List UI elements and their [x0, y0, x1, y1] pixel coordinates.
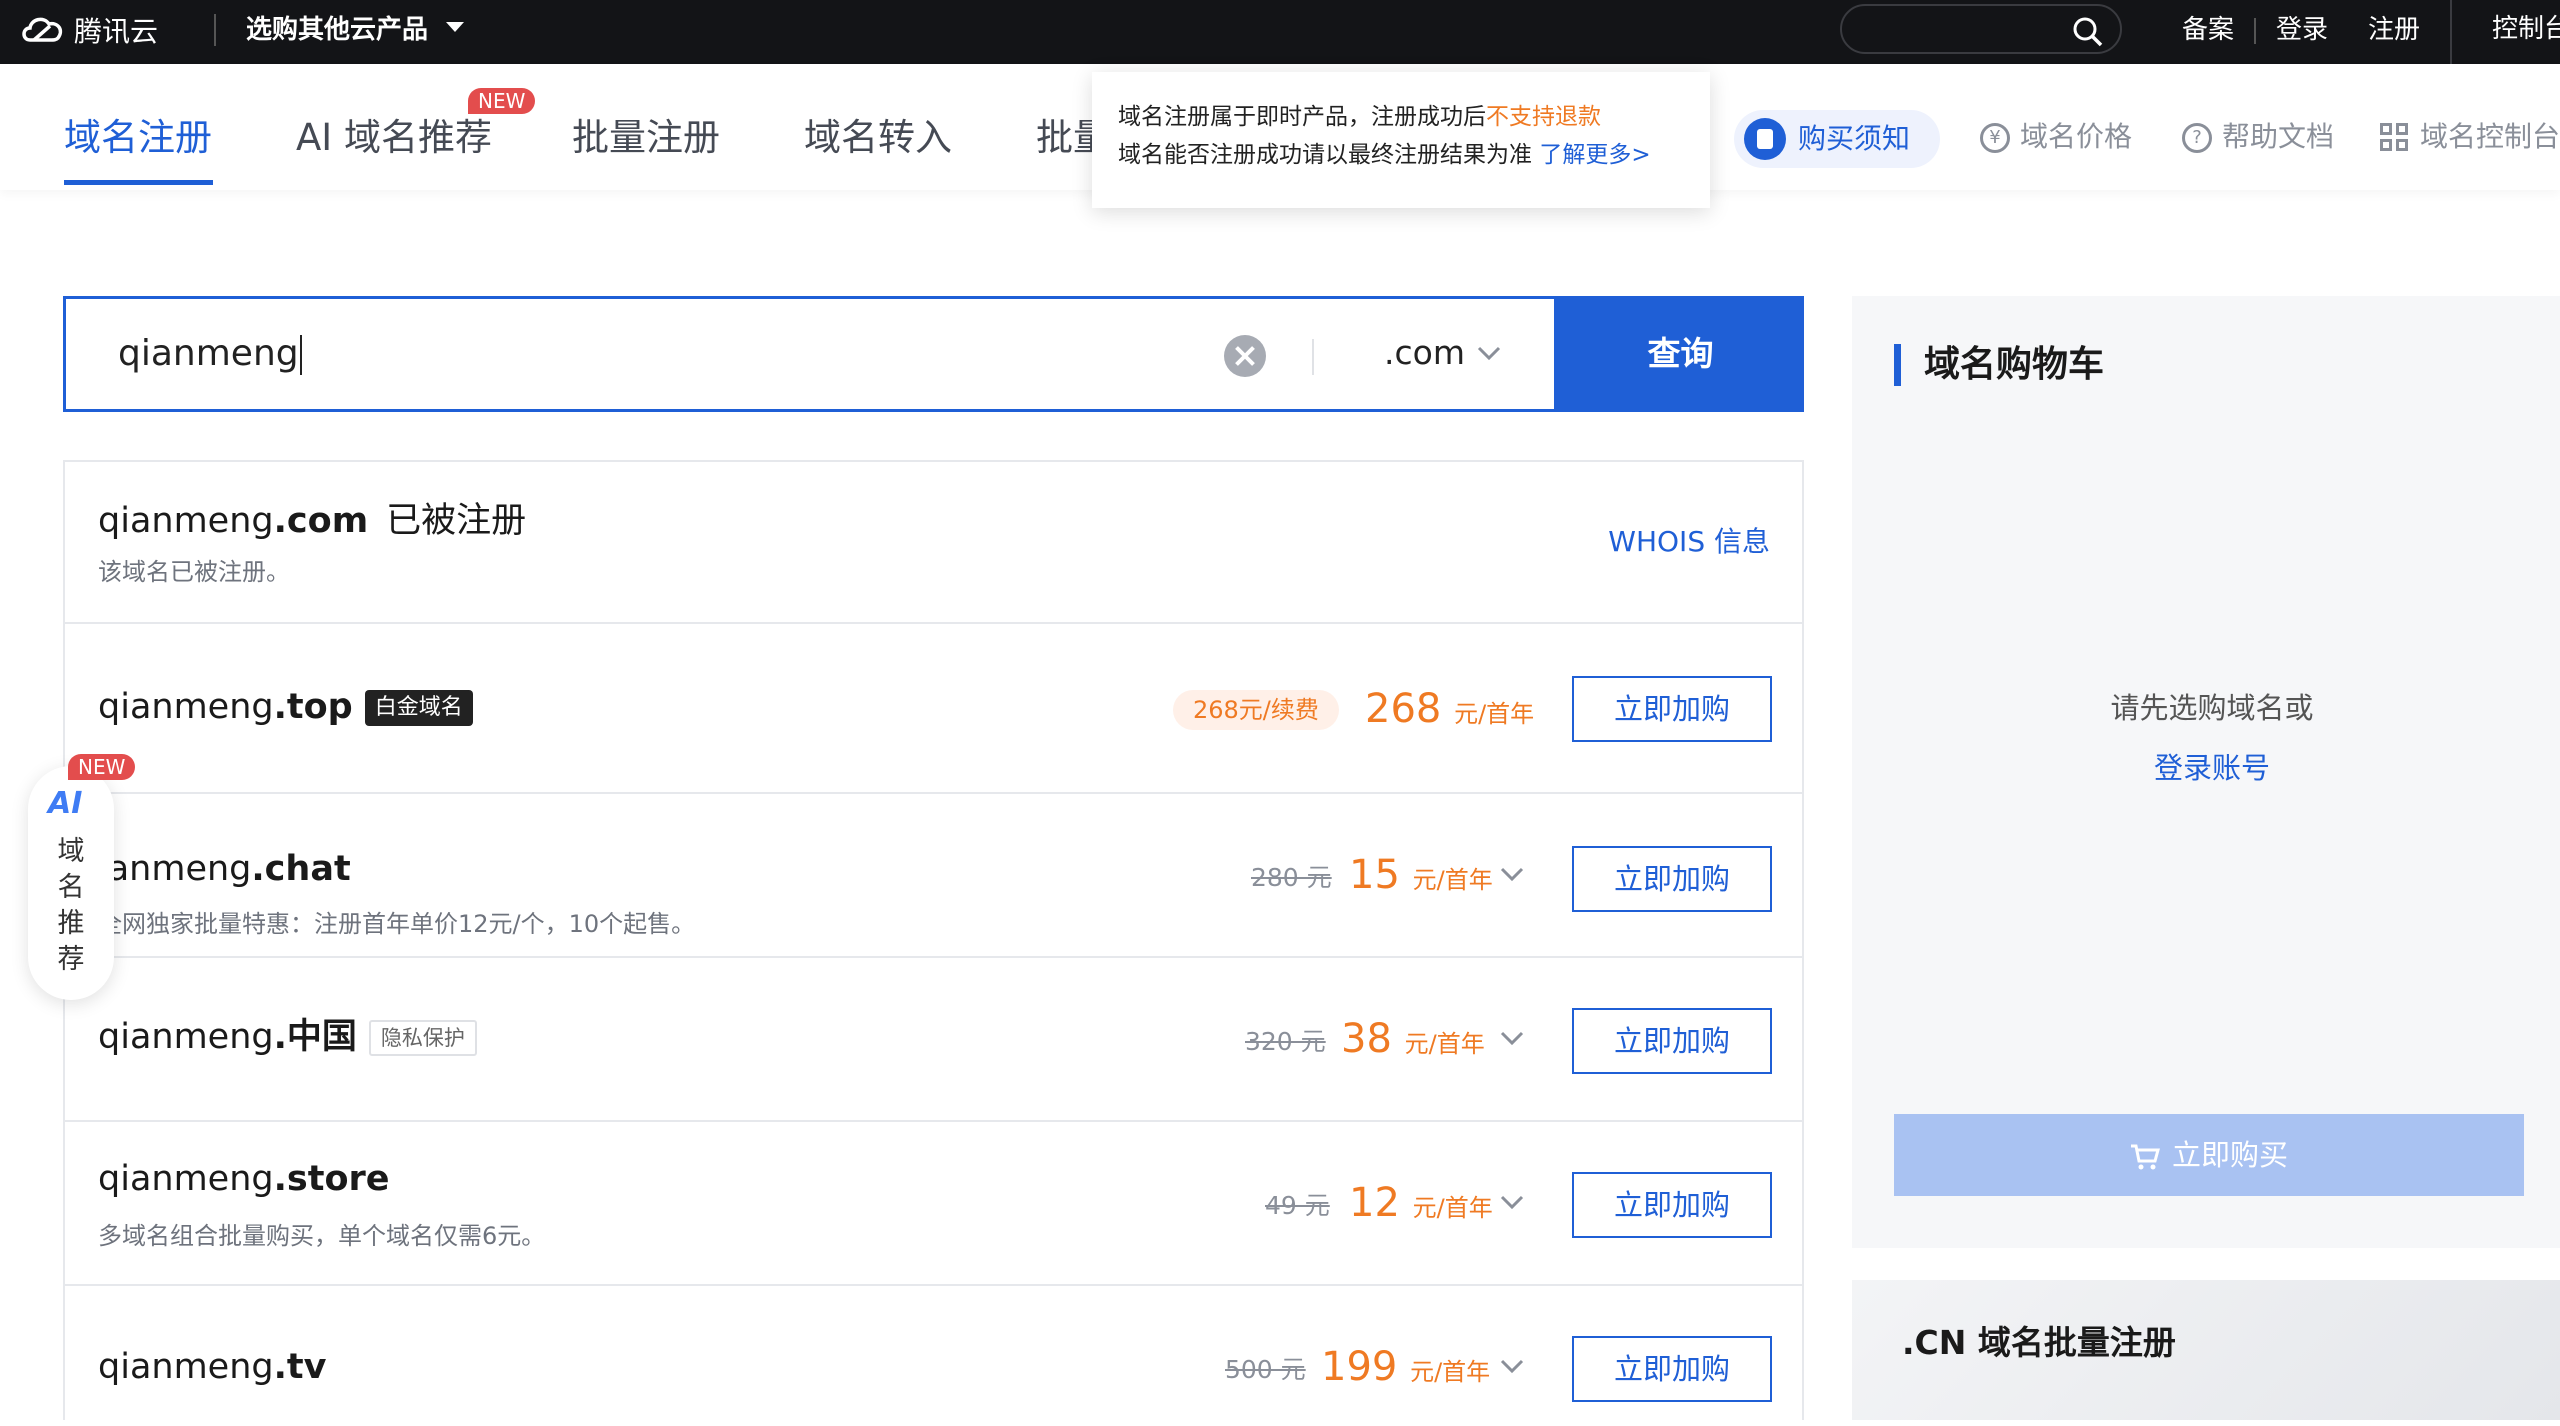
add-to-cart-button[interactable]: 立即加购: [1572, 1172, 1772, 1238]
add-to-cart-button[interactable]: 立即加购: [1572, 846, 1772, 912]
buy-notice-button[interactable]: 购买须知: [1734, 110, 1940, 168]
domain-name: qianmeng.com 已被注册: [98, 501, 527, 541]
result-note: 该域名已被注册。: [98, 558, 290, 586]
domain-results-list: qianmeng.com 已被注册 该域名已被注册。 WHOIS 信息 qianm…: [63, 460, 1804, 1420]
search-icon[interactable]: [2072, 16, 2104, 48]
domain-console-label: 域名控制台: [2420, 120, 2560, 153]
result-row: qianmeng.tv 500 元 199 元/首年 立即加购: [65, 1286, 1802, 1426]
ai-recommend-float-button[interactable]: AI 域名推荐: [28, 766, 114, 1000]
buy-now-label: 立即购买: [2171, 1138, 2288, 1172]
search-query: qianmeng: [118, 333, 299, 374]
privacy-tag: 隐私保护: [368, 1020, 477, 1056]
promo-title: .CN 域名批量注册: [1902, 1323, 2176, 1362]
platinum-tag: 白金域名: [364, 690, 473, 726]
notice-text: 域名能否注册成功请以最终注册结果为准: [1118, 142, 1532, 168]
result-row: qianmeng.store 多域名组合批量购买，单个域名仅需6元。 49 元 …: [65, 1122, 1802, 1286]
purchase-notice-popover: 域名注册属于即时产品，注册成功后不支持退款 域名能否注册成功请以最终注册结果为准…: [1092, 72, 1710, 208]
divider: [214, 14, 216, 46]
domain-name: qianmeng.store: [98, 1159, 390, 1199]
add-to-cart-button[interactable]: 立即加购: [1572, 1336, 1772, 1402]
result-row: qianmeng.中国 隐私保护 320 元 38 元/首年 立即加购: [65, 958, 1802, 1122]
registered-status: 已被注册: [386, 501, 527, 541]
domain-price-link[interactable]: ¥ 域名价格: [1980, 117, 2132, 157]
original-price: 49 元: [1265, 1191, 1330, 1220]
register-link[interactable]: 注册: [2368, 10, 2420, 50]
price: 199 元/首年: [1321, 1344, 1491, 1390]
result-note: 全网独家批量特惠：注册首年单价12元/个，10个起售。: [98, 910, 696, 938]
tab-domain-transfer[interactable]: 域名转入: [804, 114, 952, 162]
price: 12 元/首年: [1349, 1180, 1493, 1226]
result-row: qianmeng.com 已被注册 该域名已被注册。 WHOIS 信息: [65, 462, 1802, 624]
no-refund-warning: 不支持退款: [1486, 104, 1601, 130]
tencent-cloud-logo-icon[interactable]: [20, 12, 66, 48]
cart-icon: [2130, 1144, 2160, 1170]
notice-text: 域名注册属于即时产品，注册成功后: [1118, 104, 1486, 130]
cart-empty-text: 请先选购域名或: [2110, 691, 2314, 725]
top-navbar: 腾讯云 选购其他云产品 备案 登录 注册 控制台: [0, 0, 2560, 64]
divider: [2254, 18, 2256, 44]
buy-notice-label: 购买须知: [1798, 122, 1911, 155]
chevron-down-icon[interactable]: [1499, 1192, 1525, 1212]
renew-price-badge: 268元/续费: [1173, 690, 1339, 730]
original-price: 500 元: [1225, 1355, 1306, 1384]
domain-cart-panel: 域名购物车 请先选购域名或 登录账号 立即购买 .CN 域名批量注册: [1852, 296, 2560, 1420]
text-cursor: [299, 335, 302, 375]
ai-float-label: 域名推荐: [57, 836, 85, 975]
clear-icon[interactable]: [1224, 335, 1266, 377]
divider: [1312, 339, 1314, 375]
chevron-down-icon[interactable]: [1476, 343, 1502, 363]
chevron-down-icon[interactable]: [1499, 864, 1525, 884]
active-tab-indicator: [64, 180, 213, 185]
grid-icon: [2380, 123, 2410, 153]
price: 38 元/首年: [1341, 1016, 1485, 1062]
login-account-link[interactable]: 登录账号: [1852, 748, 2560, 788]
whois-link[interactable]: WHOIS 信息: [1608, 522, 1770, 562]
yen-icon: ¥: [1980, 123, 2010, 153]
learn-more-link[interactable]: 了解更多>: [1539, 142, 1650, 168]
products-menu[interactable]: 选购其他云产品: [246, 10, 428, 50]
price: 268 元/首年: [1365, 686, 1535, 732]
tab-ai-domain-recommend[interactable]: AI 域名推荐: [296, 114, 492, 162]
domain-console-link[interactable]: 域名控制台: [2380, 117, 2560, 157]
tab-batch-register[interactable]: 批量注册: [572, 114, 720, 162]
domain-name: ianmeng.chat: [98, 849, 351, 889]
new-badge: NEW: [68, 754, 136, 780]
chevron-down-icon[interactable]: [1499, 1028, 1525, 1048]
result-row: qianmeng.top 白金域名 268元/续费 268 元/首年 立即加购: [65, 624, 1802, 794]
price: 15 元/首年: [1349, 852, 1493, 898]
help-docs-label: 帮助文档: [2222, 120, 2335, 153]
beian-link[interactable]: 备案: [2182, 10, 2234, 50]
buy-now-button[interactable]: 立即购买: [1894, 1114, 2524, 1196]
console-link[interactable]: 控制台: [2450, 0, 2560, 64]
chevron-down-icon[interactable]: [1499, 1356, 1525, 1376]
document-icon: [1744, 118, 1786, 160]
add-to-cart-button[interactable]: 立即加购: [1572, 1008, 1772, 1074]
add-to-cart-button[interactable]: 立即加购: [1572, 676, 1772, 742]
original-price: 320 元: [1245, 1027, 1326, 1056]
question-icon: ?: [2182, 123, 2212, 153]
search-button[interactable]: 查询: [1557, 296, 1804, 412]
cart-title: 域名购物车: [1924, 344, 2105, 385]
title-accent: [1894, 344, 1901, 386]
ai-logo-icon: AI: [48, 786, 83, 821]
result-note: 多域名组合批量购买，单个域名仅需6元。: [98, 1222, 546, 1250]
domain-name: qianmeng.tv: [98, 1347, 327, 1387]
domain-search-input[interactable]: qianmeng .com: [63, 296, 1557, 412]
brand-name[interactable]: 腾讯云: [74, 12, 158, 52]
original-price: 280 元: [1251, 863, 1332, 892]
domain-price-label: 域名价格: [2020, 120, 2133, 153]
new-badge: NEW: [468, 88, 536, 114]
tld-select[interactable]: .com: [1384, 329, 1465, 377]
tab-domain-register[interactable]: 域名注册: [64, 114, 212, 162]
chevron-down-icon[interactable]: [446, 22, 464, 32]
help-docs-link[interactable]: ? 帮助文档: [2182, 117, 2334, 157]
top-search-input[interactable]: [1840, 4, 2122, 54]
cn-batch-promo-card[interactable]: .CN 域名批量注册: [1852, 1280, 2560, 1420]
domain-name: qianmeng.top 白金域名: [98, 684, 473, 730]
domain-name: qianmeng.中国 隐私保护: [98, 1014, 477, 1060]
result-row: ianmeng.chat 全网独家批量特惠：注册首年单价12元/个，10个起售。…: [65, 794, 1802, 958]
login-link[interactable]: 登录: [2276, 10, 2328, 50]
